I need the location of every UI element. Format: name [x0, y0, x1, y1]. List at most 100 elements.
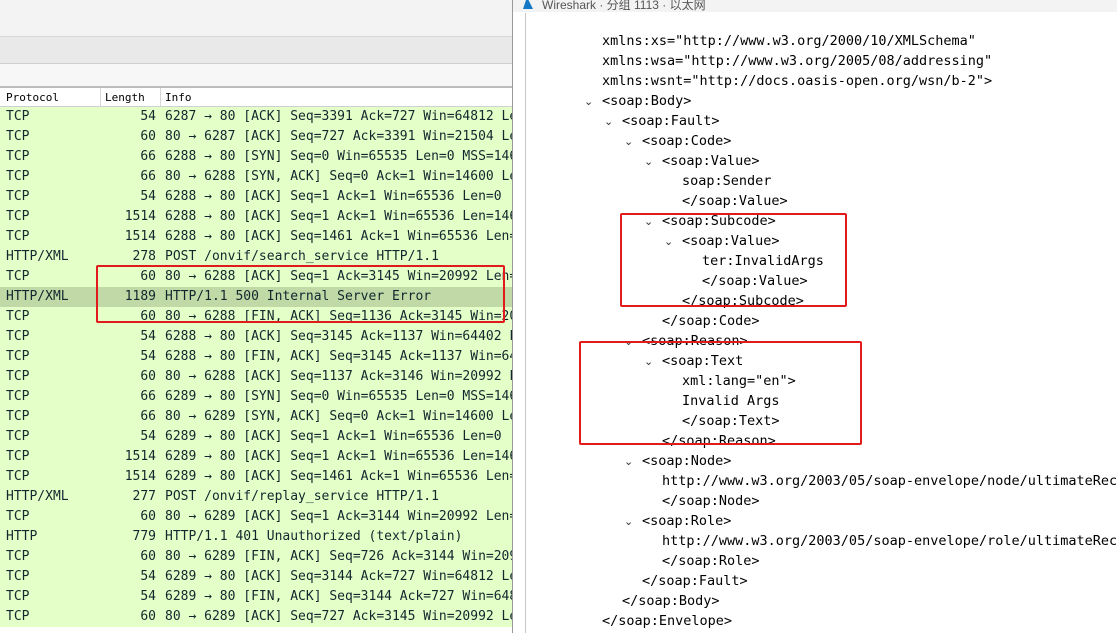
tree-node[interactable]: </soap:Reason> [526, 433, 1117, 453]
tree-node[interactable]: Invalid Args [526, 393, 1117, 413]
column-protocol[interactable]: Protocol [6, 91, 59, 104]
packet-info: 6289 → 80 [ACK] Seq=1 Ack=1 Win=65536 Le… [165, 449, 515, 464]
column-divider[interactable] [160, 88, 161, 106]
packet-protocol: TCP [6, 129, 30, 144]
tree-node[interactable]: ⌄ <soap:Subcode> [526, 213, 1117, 233]
tree-node[interactable]: </soap:Text> [526, 413, 1117, 433]
tree-node[interactable]: </soap:Body> [526, 593, 1117, 613]
tree-node[interactable]: ⌄ <soap:Value> [526, 233, 1117, 253]
tree-node[interactable]: </soap:Subcode> [526, 293, 1117, 313]
packet-row[interactable]: TCP 66 6288 → 80 [SYN] Seq=0 Win=65535 Len… [0, 147, 515, 167]
tree-node-text: </soap:Value> [702, 273, 808, 289]
tree-node[interactable]: ⌄ <soap:Node> [526, 453, 1117, 473]
packet-row[interactable]: TCP 54 6289 → 80 [ACK] Seq=1 Ack=1 Win=655… [0, 427, 515, 447]
chevron-down-icon[interactable]: ⌄ [584, 95, 596, 108]
tree-node[interactable]: xmlns:xs="http://www.w3.org/2000/10/XMLS… [526, 33, 1117, 53]
packet-row[interactable]: TCP 54 6287 → 80 [ACK] Seq=3391 Ack=727 Wi… [0, 107, 515, 127]
packet-info: 6288 → 80 [FIN, ACK] Seq=3145 Ack=1137 W… [165, 349, 515, 364]
packet-row[interactable]: HTTP/XML 1189 HTTP/1.1 500 Internal Server… [0, 287, 515, 307]
column-length[interactable]: Length [105, 91, 145, 104]
tree-node[interactable]: xml:lang="en"> [526, 373, 1117, 393]
packet-info: 80 → 6289 [ACK] Seq=1 Ack=3144 Win=20992… [165, 509, 515, 524]
tree-node[interactable]: ⌄ <soap:Value> [526, 153, 1117, 173]
tree-node[interactable]: ⌄ <soap:Reason> [526, 333, 1117, 353]
tree-node[interactable]: ⌄ <soap:Role> [526, 513, 1117, 533]
packet-protocol: TCP [6, 209, 30, 224]
packet-protocol: TCP [6, 329, 30, 344]
packet-row[interactable]: TCP 54 6288 → 80 [FIN, ACK] Seq=3145 Ack=1… [0, 347, 515, 367]
tree-node[interactable]: http://www.w3.org/2003/05/soap-envelope/… [526, 533, 1117, 553]
packet-row[interactable]: TCP 66 80 → 6288 [SYN, ACK] Seq=0 Ack=1 Wi… [0, 167, 515, 187]
packet-protocol: TCP [6, 469, 30, 484]
tree-node[interactable]: http://www.w3.org/2003/05/soap-envelope/… [526, 473, 1117, 493]
packet-row[interactable]: TCP 1514 6288 → 80 [ACK] Seq=1461 Ack=1 Wi… [0, 227, 515, 247]
packet-row[interactable]: TCP 60 80 → 6289 [FIN, ACK] Seq=726 Ack=31… [0, 547, 515, 567]
tree-node[interactable]: xmlns:wsa="http://www.w3.org/2005/08/add… [526, 53, 1117, 73]
window-title: Wireshark · 分组 1113 · 以太网 [542, 0, 706, 12]
packet-length: 66 [140, 409, 156, 424]
packet-protocol: TCP [6, 229, 30, 244]
packet-length: 60 [140, 129, 156, 144]
tree-node-text: <soap:Reason> [642, 333, 748, 349]
tree-node[interactable]: ⌄ <soap:Text [526, 353, 1117, 373]
packet-row[interactable]: TCP 60 80 → 6287 [ACK] Seq=727 Ack=3391 Wi… [0, 127, 515, 147]
packet-protocol: TCP [6, 269, 30, 284]
packet-row[interactable]: TCP 1514 6289 → 80 [ACK] Seq=1461 Ack=1 Wi… [0, 467, 515, 487]
packet-row[interactable]: HTTP/XML 278 POST /onvif/search_service HT… [0, 247, 515, 267]
chevron-down-icon[interactable]: ⌄ [624, 135, 636, 148]
tree-node[interactable]: </soap:Role> [526, 553, 1117, 573]
packet-length: 60 [140, 309, 156, 324]
tree-node[interactable]: ⌄ <soap:Fault> [526, 113, 1117, 133]
packet-info: 6287 → 80 [ACK] Seq=3391 Ack=727 Win=648… [165, 109, 515, 124]
packet-row[interactable]: TCP 1514 6289 → 80 [ACK] Seq=1 Ack=1 Win=6… [0, 447, 515, 467]
column-divider[interactable] [100, 88, 101, 106]
chevron-down-icon[interactable]: ⌄ [644, 155, 656, 168]
chevron-down-icon[interactable]: ⌄ [604, 115, 616, 128]
packet-row[interactable]: TCP 66 6289 → 80 [SYN] Seq=0 Win=65535 Len… [0, 387, 515, 407]
tree-node[interactable]: xmlns:wsnt="http://docs.oasis-open.org/w… [526, 73, 1117, 93]
tree-node-text: </soap:Code> [662, 313, 760, 329]
tree-node[interactable]: </soap:Node> [526, 493, 1117, 513]
chevron-down-icon[interactable]: ⌄ [624, 455, 636, 468]
packet-row[interactable]: TCP 60 80 → 6288 [FIN, ACK] Seq=1136 Ack=3… [0, 307, 515, 327]
tree-node[interactable]: </soap:Fault> [526, 573, 1117, 593]
display-filter-bar[interactable] [0, 37, 515, 64]
packet-row[interactable]: TCP 54 6288 → 80 [ACK] Seq=3145 Ack=1137 W… [0, 327, 515, 347]
packet-row[interactable]: HTTP/XML 277 POST /onvif/replay_service HT… [0, 487, 515, 507]
packet-row[interactable]: HTTP 779 HTTP/1.1 401 Unauthorized (text/p… [0, 527, 515, 547]
tree-node[interactable]: ⌄ <soap:Code> [526, 133, 1117, 153]
tree-node-text: <soap:Value> [662, 153, 760, 169]
packet-length: 60 [140, 369, 156, 384]
column-info[interactable]: Info [165, 91, 192, 104]
tree-node[interactable]: ter:InvalidArgs [526, 253, 1117, 273]
details-tree: xmlns:xs="http://www.w3.org/2000/10/XMLS… [525, 13, 1117, 633]
packet-row[interactable]: TCP 66 80 → 6289 [SYN, ACK] Seq=0 Ack=1 Wi… [0, 407, 515, 427]
packet-row[interactable]: TCP 54 6289 → 80 [FIN, ACK] Seq=3144 Ack=7… [0, 587, 515, 607]
tree-node-text: <soap:Node> [642, 453, 732, 469]
packet-info: 80 → 6288 [ACK] Seq=1 Ack=3145 Win=20992… [165, 269, 515, 284]
chevron-down-icon[interactable]: ⌄ [644, 355, 656, 368]
tree-node-text: </soap:Role> [662, 553, 760, 569]
packet-row[interactable]: TCP 54 6289 → 80 [ACK] Seq=3144 Ack=727 Wi… [0, 567, 515, 587]
pane-splitter[interactable] [0, 64, 515, 88]
packet-length: 1514 [124, 469, 156, 484]
packet-row[interactable]: TCP 60 80 → 6289 [ACK] Seq=1 Ack=3144 Win=… [0, 507, 515, 527]
packet-row[interactable]: TCP 1514 6288 → 80 [ACK] Seq=1 Ack=1 Win=6… [0, 207, 515, 227]
chevron-down-icon[interactable]: ⌄ [624, 515, 636, 528]
tree-node[interactable]: soap:Sender [526, 173, 1117, 193]
packet-row[interactable]: TCP 60 80 → 6288 [ACK] Seq=1 Ack=3145 Win=… [0, 267, 515, 287]
packet-row[interactable]: TCP 60 80 → 6288 [ACK] Seq=1137 Ack=3146 W… [0, 367, 515, 387]
packet-row[interactable]: TCP 60 80 → 6289 [ACK] Seq=727 Ack=3145 Wi… [0, 607, 515, 627]
chevron-down-icon[interactable]: ⌄ [644, 215, 656, 228]
tree-node[interactable]: ⌄ <soap:Body> [526, 93, 1117, 113]
tree-node[interactable]: </soap:Code> [526, 313, 1117, 333]
packet-row[interactable]: TCP 54 6288 → 80 [ACK] Seq=1 Ack=1 Win=655… [0, 187, 515, 207]
chevron-down-icon[interactable]: ⌄ [664, 235, 676, 248]
tree-node-text: <soap:Text [662, 353, 744, 369]
tree-node[interactable]: </soap:Value> [526, 273, 1117, 293]
packet-protocol: HTTP/XML [6, 249, 69, 264]
tree-node[interactable]: </soap:Envelope> [526, 613, 1117, 633]
packet-info: 80 → 6288 [SYN, ACK] Seq=0 Ack=1 Win=146… [165, 169, 515, 184]
chevron-down-icon[interactable]: ⌄ [624, 335, 636, 348]
tree-node[interactable]: </soap:Value> [526, 193, 1117, 213]
